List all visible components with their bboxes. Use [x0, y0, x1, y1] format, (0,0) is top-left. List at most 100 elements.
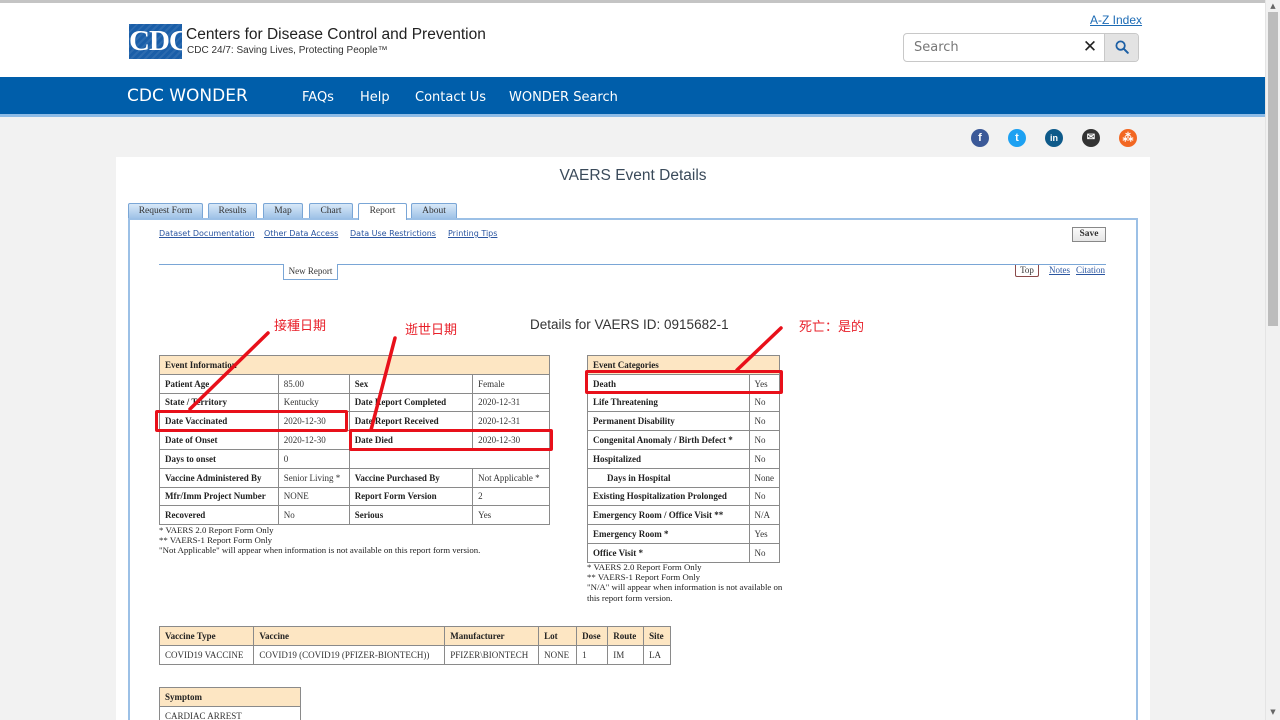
column-header: Vaccine Type [158, 626, 255, 646]
field-label: State / Territory [159, 392, 279, 413]
category-value: N/A [748, 505, 780, 526]
link-data-use-restrictions[interactable]: Data Use Restrictions [350, 229, 436, 238]
nav-item-wonder-search[interactable]: WONDER Search [509, 90, 618, 105]
field-value: 2020-12-31 [472, 411, 550, 432]
table-cell: NONE [538, 644, 578, 665]
tab-request-form[interactable]: Request Form [128, 203, 203, 219]
field-value: 85.00 [277, 373, 350, 394]
table-row: Congenital Anomaly / Birth Defect * No [587, 430, 780, 450]
table-row: Life Threatening No [587, 392, 780, 413]
field-value: No [277, 505, 350, 526]
category-value: Yes [748, 373, 780, 394]
twitter-icon[interactable]: t [1008, 129, 1026, 147]
search-icon [1115, 40, 1129, 54]
nav-item-faqs[interactable]: FAQs [302, 90, 334, 105]
column-header: Site [643, 626, 671, 646]
column-header: Route [607, 626, 645, 646]
nav-item-contact-us[interactable]: Contact Us [415, 90, 486, 105]
linkedin-icon[interactable]: in [1045, 129, 1063, 147]
category-label: Life Threatening [587, 392, 750, 413]
field-value: Not Applicable * [472, 467, 550, 488]
category-label: Death [587, 373, 750, 394]
nav-brand-cdc-wonder[interactable]: CDC WONDER [127, 86, 248, 106]
table-row: CARDIAC ARREST [159, 705, 301, 720]
table-cell: 1 [576, 644, 609, 665]
field-label: Serious [348, 505, 474, 526]
top-link[interactable]: Top [1015, 265, 1039, 277]
cdc-logo[interactable]: CDC [129, 24, 190, 59]
event-information-header: Event Information [159, 355, 550, 375]
tab-results[interactable]: Results [208, 203, 257, 219]
category-label: Emergency Room * [587, 524, 750, 544]
field-label: Date Died [348, 430, 474, 450]
link-printing-tips[interactable]: Printing Tips [448, 229, 497, 238]
nav-item-help[interactable]: Help [360, 90, 390, 105]
email-icon[interactable]: ✉ [1082, 129, 1100, 147]
field-label: Date Report Completed [348, 392, 474, 413]
field-label: Days to onset [159, 448, 279, 469]
site-header: CDC Centers for Disease Control and Prev… [0, 3, 1265, 77]
category-label: Hospitalized [587, 448, 750, 469]
annotation-death-yes: 死亡：是的 [799, 320, 865, 335]
table-row: Days in Hospital None [587, 467, 780, 488]
link-other-data-access[interactable]: Other Data Access [264, 229, 338, 238]
search-button[interactable] [1104, 34, 1138, 61]
note-line: ** VAERS-1 Report Form Only [159, 535, 273, 546]
table-row: State / Territory Kentucky Date Report Com… [159, 392, 550, 413]
az-index-link[interactable]: A-Z Index [1090, 13, 1142, 27]
category-label: Office Visit * [587, 542, 750, 563]
clear-search-icon[interactable]: ✕ [1076, 34, 1104, 61]
category-value: Yes [748, 524, 780, 544]
event-information-notes: * VAERS 2.0 Report Form Only ** VAERS-1 … [159, 525, 480, 556]
annotation-date-vaccinated: 接種日期 [274, 319, 327, 334]
citation-link[interactable]: Citation [1076, 265, 1105, 275]
tab-chart[interactable]: Chart [309, 203, 353, 219]
search-input[interactable] [904, 34, 1074, 61]
event-categories-notes: * VAERS 2.0 Report Form Only ** VAERS-1 … [587, 562, 782, 603]
field-label: Patient Age [159, 373, 279, 394]
field-label: Date Vaccinated [159, 411, 279, 432]
category-label: Existing Hospitalization Prolonged [587, 486, 750, 507]
notes-link[interactable]: Notes [1049, 265, 1070, 275]
category-value: No [748, 542, 780, 563]
table-row: Office Visit * No [587, 542, 780, 563]
symptom-cell: CARDIAC ARREST [159, 705, 301, 720]
main-nav: CDC WONDER FAQs Help Contact Us WONDER S… [0, 77, 1265, 117]
field-value: Female [472, 373, 550, 394]
category-value: No [748, 486, 780, 507]
category-label: Days in Hospital [587, 467, 750, 488]
table-row: Emergency Room / Office Visit ** N/A [587, 505, 780, 526]
table-row: Date of Onset 2020-12-30 Date Died 2020-12-… [159, 430, 550, 450]
new-report-tab[interactable]: New Report [283, 264, 338, 280]
field-label: Date of Onset [159, 430, 279, 450]
scroll-up-arrow-icon[interactable]: ▲ [1268, 2, 1278, 10]
field-value: 2020-12-30 [277, 430, 350, 450]
field-label: Sex [348, 373, 474, 394]
tab-map[interactable]: Map [263, 203, 303, 219]
note-line: ** VAERS-1 Report Form Only [587, 572, 701, 583]
field-label: Vaccine Administered By [159, 467, 279, 488]
scrollbar-thumb[interactable] [1268, 12, 1278, 326]
field-value: NONE [277, 486, 350, 507]
org-name: Centers for Disease Control and Preventi… [186, 26, 486, 43]
syndicate-icon[interactable]: ⁂ [1119, 129, 1137, 147]
table-row: Existing Hospitalization Prolonged No [587, 486, 780, 507]
table-row: Vaccine Administered By Senior Living * Va… [159, 467, 550, 488]
event-categories-table: Event Categories Death Yes Life Threatenin… [587, 355, 780, 563]
main-content: VAERS Event Details Request Form Results… [116, 157, 1150, 720]
tab-report[interactable]: Report [358, 203, 407, 220]
save-button[interactable]: Save [1072, 227, 1106, 242]
tab-about[interactable]: About [411, 203, 457, 219]
facebook-icon[interactable]: f [971, 129, 989, 147]
vaccine-table: Vaccine Type Vaccine Manufacturer Lot Dose Ro… [158, 626, 671, 665]
symptom-header: Symptom [159, 687, 301, 707]
table-cell: COVID19 VACCINE [158, 644, 255, 665]
field-label: Date Report Received [348, 411, 474, 432]
column-header: Vaccine [253, 626, 446, 646]
scroll-down-arrow-icon[interactable]: ▼ [1268, 708, 1278, 716]
table-cell: IM [607, 644, 645, 665]
category-label: Emergency Room / Office Visit ** [587, 505, 750, 526]
table-row: Days to onset 0 [159, 448, 551, 469]
field-value: 2 [472, 486, 550, 507]
link-dataset-documentation[interactable]: Dataset Documentation [159, 229, 255, 238]
